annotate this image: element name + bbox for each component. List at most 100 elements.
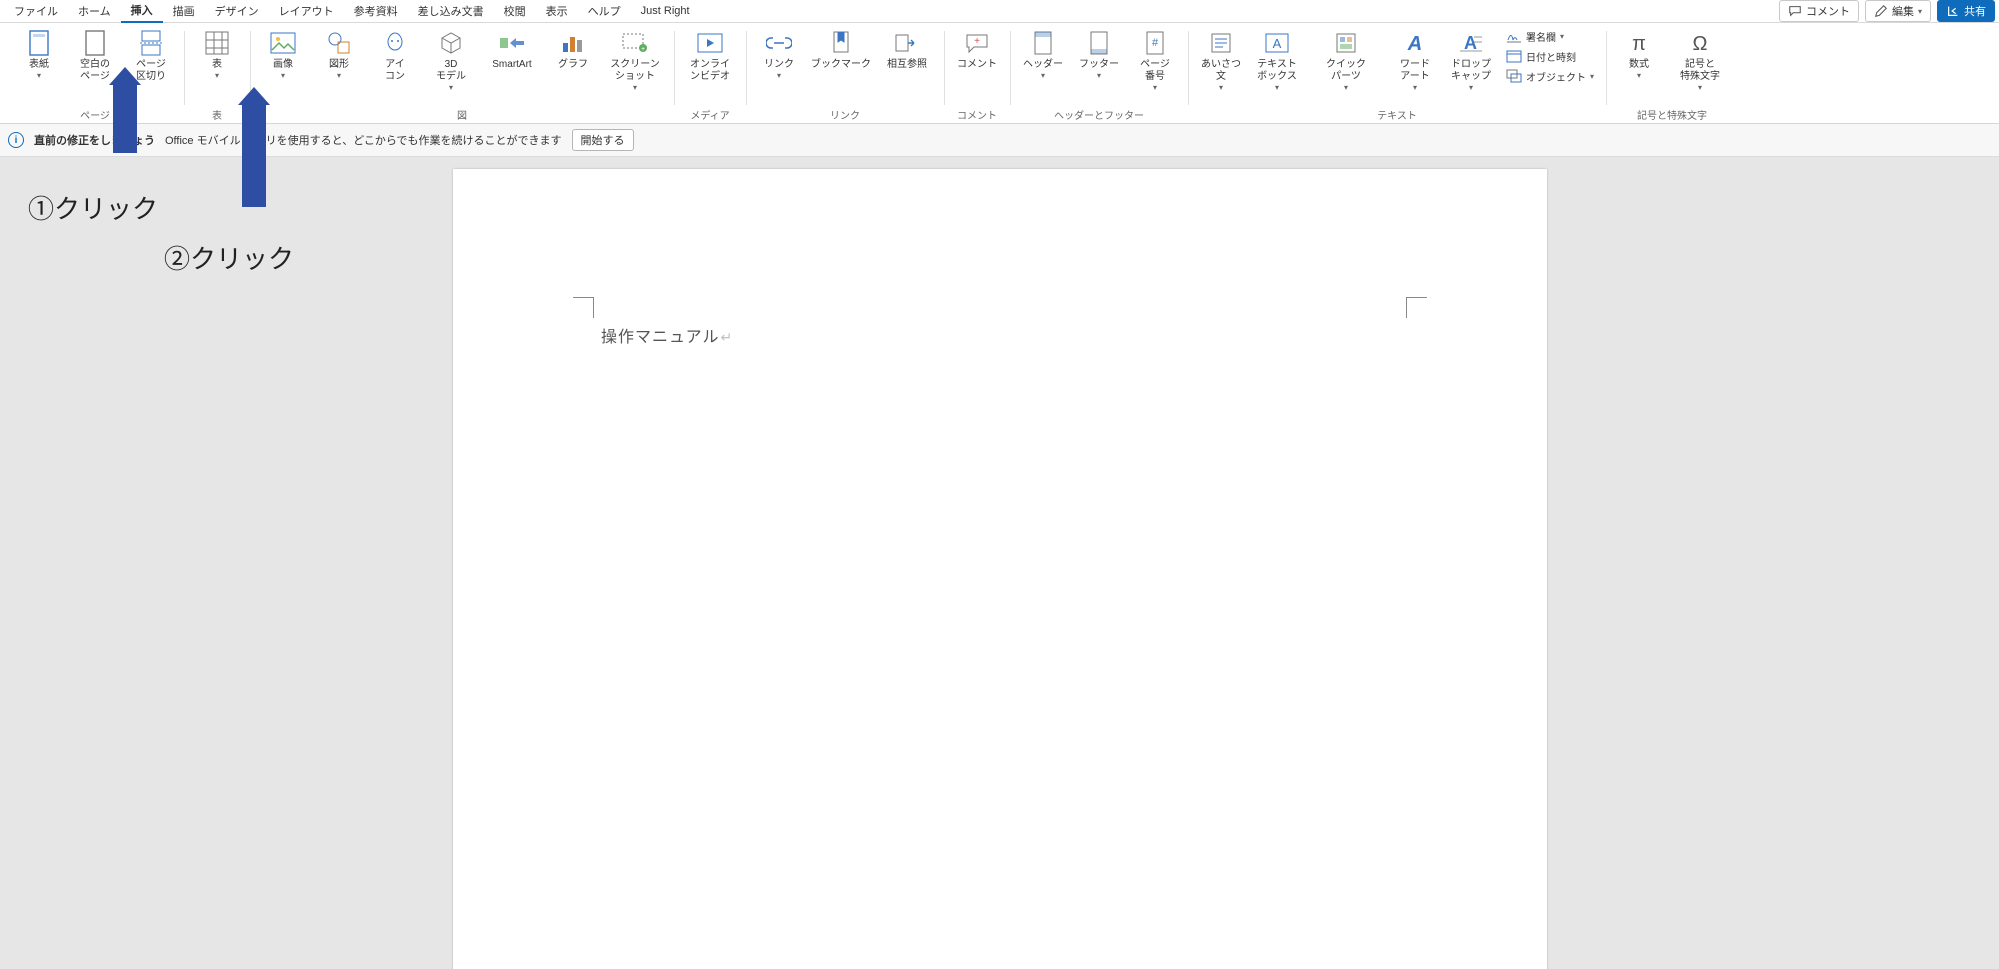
menubar: ファイル ホーム 挿入 描画 デザイン レイアウト 参考資料 差し込み文書 校閲… [0,0,1999,23]
group-illustrations-label: 図 [457,107,467,121]
shapes-button[interactable]: 図形 ▾ [314,27,364,80]
group-text-label: テキスト [1377,107,1417,121]
tab-references[interactable]: 参考資料 [344,0,408,22]
page-number-icon: # [1141,29,1169,57]
tab-review[interactable]: 校閲 [494,0,536,22]
svg-text:Ω: Ω [1693,33,1708,55]
header-button[interactable]: ヘッダー ▾ [1018,27,1068,80]
document-canvas[interactable]: 操作マニュアル↵ ①クリック ②クリック [0,157,1999,969]
chart-icon [559,29,587,57]
greeting-button[interactable]: あいさつ 文 ▾ [1196,27,1246,92]
tab-file[interactable]: ファイル [4,0,68,22]
annotation-text-1: ①クリック [28,189,158,226]
svg-text:A: A [1464,33,1477,53]
share-label: 共有 [1964,3,1986,19]
wordart-button[interactable]: A ワード アート ▾ [1390,27,1440,92]
chevron-down-icon: ▾ [633,83,637,92]
chevron-down-icon: ▾ [215,71,219,80]
page-break-icon [137,29,165,57]
margin-corner-mark [1406,297,1427,318]
group-text: あいさつ 文 ▾ A テキスト ボックス ▾ クイック パーツ ▾ A ワード … [1188,27,1606,123]
screenshot-button[interactable]: + スクリーン ショット ▾ [604,27,666,92]
tab-justright[interactable]: Just Right [631,2,700,20]
tab-insert[interactable]: 挿入 [121,0,163,23]
new-comment-button[interactable]: + コメント [952,27,1002,71]
group-table: 表 ▾ 表 [184,27,250,123]
tab-layout[interactable]: レイアウト [269,0,344,22]
chevron-down-icon: ▾ [1041,71,1045,80]
smartart-button[interactable]: SmartArt [482,27,542,71]
crossref-icon [893,29,921,57]
editing-mode-button[interactable]: 編集 ▾ [1865,0,1931,22]
tab-view[interactable]: 表示 [536,0,578,22]
chevron-down-icon: ▾ [337,71,341,80]
group-table-label: 表 [212,107,222,121]
group-comment-label: コメント [957,107,997,121]
chevron-down-icon: ▾ [1413,83,1417,92]
tab-help[interactable]: ヘルプ [578,0,631,22]
textbox-button[interactable]: A テキスト ボックス ▾ [1252,27,1302,92]
header-icon [1029,29,1057,57]
quickparts-button[interactable]: クイック パーツ ▾ [1308,27,1384,92]
tab-draw[interactable]: 描画 [163,0,205,22]
picture-button[interactable]: 画像 ▾ [258,27,308,80]
chevron-down-icon: ▾ [1560,32,1564,41]
signature-icon [1506,28,1522,44]
chart-button[interactable]: グラフ [548,27,598,71]
wordart-icon: A [1401,29,1429,57]
bookmark-button[interactable]: ブックマーク [810,27,872,71]
object-button[interactable]: オブジェクト ▾ [1502,67,1598,85]
share-button[interactable]: 共有 [1937,0,1995,22]
group-symbols: π 数式 ▾ Ω 記号と 特殊文字 ▾ 記号と特殊文字 [1606,27,1738,123]
chevron-down-icon: ▾ [1590,72,1594,81]
link-button[interactable]: リンク ▾ [754,27,804,80]
calendar-icon [1506,48,1522,64]
svg-text:π: π [1632,33,1646,55]
document-page[interactable]: 操作マニュアル↵ [453,169,1547,969]
tab-design[interactable]: デザイン [205,0,269,22]
chevron-down-icon: ▾ [1275,83,1279,92]
comments-button[interactable]: コメント [1779,0,1859,22]
group-page-label: ページ [80,107,110,121]
group-link-label: リンク [830,107,860,121]
bookmark-icon [827,29,855,57]
smartart-icon [498,29,526,57]
group-illustrations: 画像 ▾ 図形 ▾ アイ コン 3D モデル ▾ [250,27,674,123]
annotation-text-2: ②クリック [164,239,294,276]
group-hf-label: ヘッダーとフッター [1054,107,1144,121]
cover-page-button[interactable]: 表紙 ▾ [14,27,64,80]
signature-line-button[interactable]: 署名欄 ▾ [1502,27,1598,45]
cross-reference-button[interactable]: 相互参照 [878,27,936,71]
greeting-icon [1207,29,1235,57]
quickparts-icon [1332,29,1360,57]
chevron-down-icon: ▾ [1097,71,1101,80]
chevron-down-icon: ▾ [1698,83,1702,92]
annotation-arrow-2 [242,105,266,207]
table-button[interactable]: 表 ▾ [192,27,242,80]
picture-icon [269,29,297,57]
document-body-text[interactable]: 操作マニュアル↵ [601,323,733,347]
group-media: オンライ ンビデオ メディア [674,27,746,123]
symbol-button[interactable]: Ω 記号と 特殊文字 ▾ [1670,27,1730,92]
chevron-down-icon: ▾ [281,71,285,80]
tab-home[interactable]: ホーム [68,0,121,22]
tab-mailings[interactable]: 差し込み文書 [408,0,494,22]
message-bar: i 直前の修正をしましょう Office モバイル アプリを使用すると、どこから… [0,124,1999,157]
start-button[interactable]: 開始する [572,129,634,151]
screenshot-icon: + [621,29,649,57]
icons-icon [381,29,409,57]
paragraph-mark-icon: ↵ [721,329,734,345]
date-time-button[interactable]: 日付と時刻 [1502,47,1598,65]
info-icon: i [8,132,24,148]
svg-text:+: + [641,46,645,53]
icons-button[interactable]: アイ コン [370,27,420,83]
cube-icon [437,29,465,57]
3d-models-button[interactable]: 3D モデル ▾ [426,27,476,92]
link-icon [765,29,793,57]
online-video-button[interactable]: オンライ ンビデオ [682,27,738,83]
group-media-label: メディア [690,107,729,121]
page-number-button[interactable]: # ページ 番号 ▾ [1130,27,1180,92]
equation-button[interactable]: π 数式 ▾ [1614,27,1664,80]
dropcap-button[interactable]: A ドロップ キャップ ▾ [1446,27,1496,92]
footer-button[interactable]: フッター ▾ [1074,27,1124,80]
